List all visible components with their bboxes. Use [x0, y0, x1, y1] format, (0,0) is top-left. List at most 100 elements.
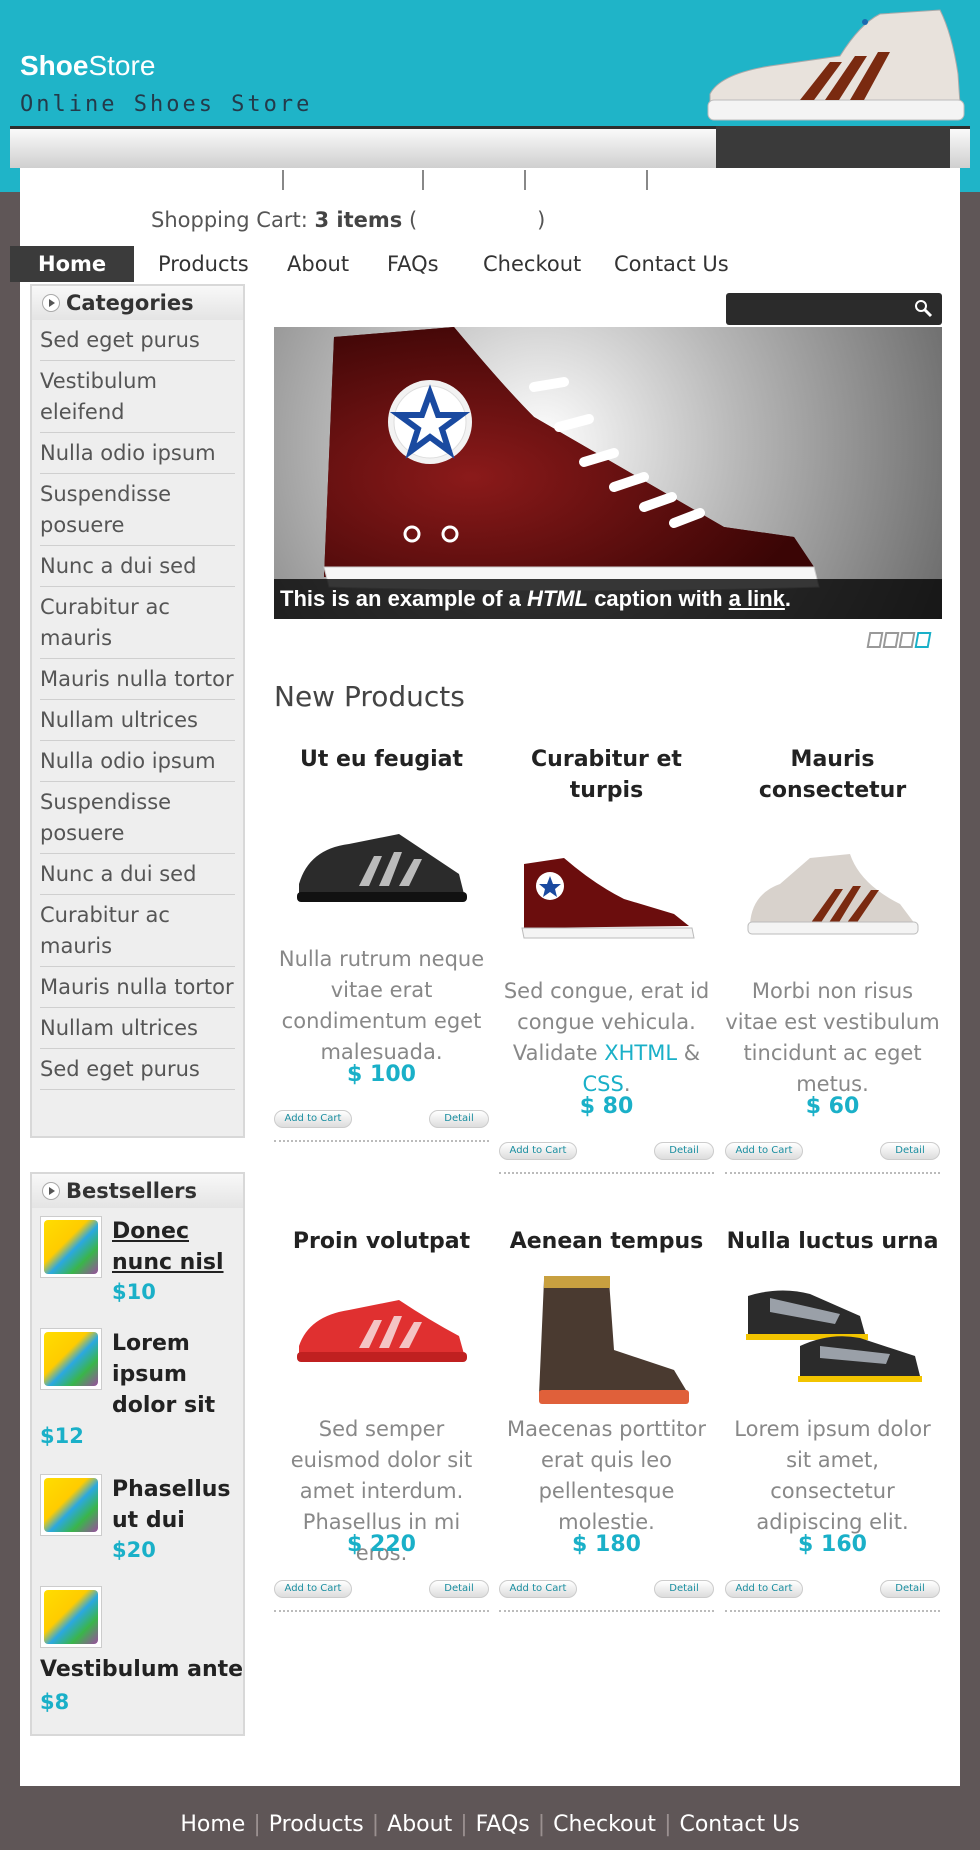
bestseller-price: $20 — [112, 1538, 156, 1562]
product-separator — [725, 1610, 940, 1612]
footer-link-checkout[interactable]: Checkout — [553, 1812, 656, 1837]
cart-count: 3 items — [314, 208, 403, 232]
category-item[interactable]: Sed eget purus — [40, 320, 235, 361]
category-item[interactable]: Suspendisse posuere — [40, 782, 235, 854]
slider-dot[interactable] — [898, 632, 916, 648]
category-item[interactable]: Curabitur ac mauris — [40, 895, 235, 967]
product-separator — [725, 1172, 940, 1174]
caption-emphasis: HTML — [526, 586, 589, 611]
category-item[interactable]: Nullam ultrices — [40, 1008, 235, 1049]
product-image[interactable] — [740, 1276, 925, 1396]
category-item[interactable]: Nullam ultrices — [40, 700, 235, 741]
category-item[interactable]: Vestibulum eleifend — [40, 361, 235, 433]
new-products-title: New Products — [274, 680, 465, 713]
bestseller-name[interactable]: Phasellus ut dui — [112, 1474, 242, 1536]
cart-paren-open: ( — [408, 208, 418, 232]
footer-nav: Home | Products | About | FAQs | Checkout | Contac… — [0, 1812, 980, 1837]
product-image[interactable] — [289, 814, 474, 924]
product-title[interactable]: Nulla luctus urna — [725, 1226, 940, 1257]
category-item[interactable]: Nulla odio ipsum — [40, 741, 235, 782]
detail-button[interactable]: Detail — [880, 1580, 940, 1598]
arrow-right-icon — [42, 1182, 60, 1200]
search-input[interactable] — [726, 293, 942, 325]
product-title[interactable]: Proin volutpat — [274, 1226, 489, 1257]
description-text: . — [623, 1072, 631, 1096]
slider-dot[interactable] — [882, 632, 900, 648]
product-thumbnail[interactable] — [40, 1474, 102, 1536]
logo-rest: Store — [88, 50, 156, 81]
search-icon[interactable] — [914, 299, 934, 319]
category-item[interactable]: Nulla odio ipsum — [40, 433, 235, 474]
category-item[interactable]: Nunc a dui sed — [40, 854, 235, 895]
product-price: $ 180 — [572, 1532, 641, 1557]
category-item[interactable]: Sed eget purus — [40, 1049, 235, 1090]
bestseller-name[interactable]: Vestibulum ante — [40, 1654, 245, 1685]
css-link[interactable]: CSS — [582, 1072, 623, 1096]
footer-link-faqs[interactable]: FAQs — [476, 1812, 530, 1837]
xhtml-link[interactable]: XHTML — [604, 1041, 677, 1065]
detail-button[interactable]: Detail — [429, 1110, 489, 1128]
detail-button[interactable]: Detail — [654, 1580, 714, 1598]
product-price: $ 60 — [805, 1094, 860, 1119]
image-slider[interactable]: This is an example of a HTML caption wit… — [274, 327, 942, 619]
slider-shoe-image — [323, 327, 820, 592]
product-thumbnail[interactable] — [40, 1216, 102, 1278]
category-item[interactable]: Nunc a dui sed — [40, 546, 235, 587]
product-image[interactable] — [514, 844, 699, 954]
bestseller-name[interactable]: Donec nunc nisl — [112, 1216, 242, 1278]
shopping-cart[interactable]: Shopping Cart: 3 items () — [151, 208, 545, 232]
category-item[interactable]: Mauris nulla tortor — [40, 659, 235, 700]
detail-button[interactable]: Detail — [654, 1142, 714, 1160]
detail-button[interactable]: Detail — [429, 1580, 489, 1598]
add-to-cart-button[interactable]: Add to Cart — [274, 1110, 352, 1128]
product-image[interactable] — [740, 844, 925, 954]
logo[interactable]: ShoeStore — [20, 50, 155, 82]
product-thumbnail[interactable] — [40, 1328, 102, 1390]
bestseller-name[interactable]: Lorem ipsum dolor sit — [112, 1328, 222, 1421]
category-item[interactable]: Curabitur ac mauris — [40, 587, 235, 659]
footer-separator: | — [664, 1812, 672, 1837]
description-text: & — [677, 1041, 701, 1065]
nav-about[interactable]: About — [287, 246, 349, 282]
product-image[interactable] — [514, 1270, 699, 1410]
bestsellers-title: Bestsellers — [66, 1179, 198, 1203]
category-item[interactable]: Suspendisse posuere — [40, 474, 235, 546]
add-to-cart-button[interactable]: Add to Cart — [274, 1580, 352, 1598]
slider-caption: This is an example of a HTML caption wit… — [274, 579, 942, 619]
product-thumbnail[interactable] — [40, 1586, 102, 1648]
bestsellers-box: Bestsellers Donec nunc nisl $10 Lorem ip… — [30, 1172, 245, 1736]
product-title[interactable]: Aenean tempus — [499, 1226, 714, 1257]
product-title[interactable]: Ut eu feugiat — [274, 744, 489, 775]
slider-dot-active[interactable] — [914, 632, 932, 648]
product-description: Morbi non risus vitae est vestibulum tin… — [725, 979, 940, 1096]
product-separator — [274, 1140, 489, 1142]
nav-home[interactable]: Home — [10, 246, 135, 282]
nav-faqs[interactable]: FAQs — [387, 246, 439, 282]
bestseller-price: $12 — [40, 1424, 84, 1448]
footer-link-contact-us[interactable]: Contact Us — [679, 1812, 799, 1837]
product-description: Lorem ipsum dolor sit amet, consectetur … — [734, 1417, 931, 1534]
footer-link-home[interactable]: Home — [180, 1812, 245, 1837]
caption-link[interactable]: a link — [729, 586, 785, 611]
add-to-cart-button[interactable]: Add to Cart — [725, 1142, 803, 1160]
category-item[interactable]: Mauris nulla tortor — [40, 967, 235, 1008]
nav-products[interactable]: Products — [158, 246, 249, 282]
slider-dot[interactable] — [866, 632, 884, 648]
product-price: $ 160 — [798, 1532, 867, 1557]
add-to-cart-button[interactable]: Add to Cart — [499, 1580, 577, 1598]
product-title[interactable]: Curabitur et turpis — [499, 744, 714, 806]
footer-link-products[interactable]: Products — [269, 1812, 364, 1837]
product-separator — [499, 1172, 714, 1174]
product-image[interactable] — [289, 1276, 474, 1386]
product-description: Maecenas porttitor erat quis leo pellent… — [507, 1417, 706, 1534]
product-title[interactable]: Mauris consectetur — [725, 744, 940, 806]
product-price: $ 220 — [347, 1532, 416, 1557]
slider-pager — [866, 632, 932, 652]
detail-button[interactable]: Detail — [880, 1142, 940, 1160]
add-to-cart-button[interactable]: Add to Cart — [499, 1142, 577, 1160]
footer-link-about[interactable]: About — [387, 1812, 452, 1837]
footer-separator: | — [460, 1812, 468, 1837]
nav-contact-us[interactable]: Contact Us — [614, 246, 729, 282]
add-to-cart-button[interactable]: Add to Cart — [725, 1580, 803, 1598]
nav-checkout[interactable]: Checkout — [483, 246, 581, 282]
